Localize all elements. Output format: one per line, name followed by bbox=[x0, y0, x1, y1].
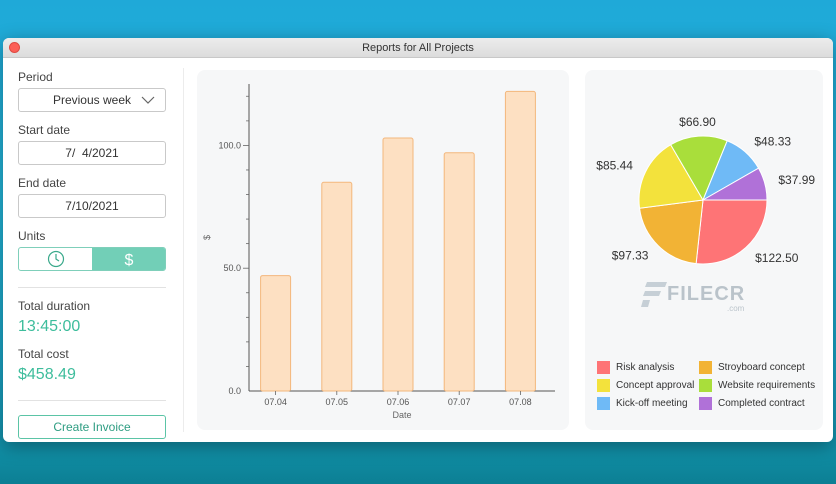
watermark-logo: FILECR .com bbox=[641, 280, 746, 313]
units-label: Units bbox=[18, 229, 46, 243]
legend-label: Stroyboard concept bbox=[718, 361, 805, 373]
watermark-icon bbox=[641, 282, 667, 307]
legend-label: Website requirements bbox=[718, 379, 816, 391]
total-cost-value: $458.49 bbox=[18, 366, 76, 383]
bar-chart: 0.0 50.0 100.0 $07.04 07.05 07.06 07.07 07.08 Da… bbox=[202, 84, 555, 420]
legend-item: Stroyboard concept bbox=[699, 360, 817, 374]
legend-item: Completed contract bbox=[699, 396, 817, 410]
x-tick-label: 07.08 bbox=[509, 397, 532, 407]
x-tick-label: 07.05 bbox=[326, 397, 349, 407]
period-label: Period bbox=[18, 70, 53, 84]
x-tick-label: 07.07 bbox=[448, 397, 471, 407]
x-tick-label: 07.04 bbox=[264, 397, 287, 407]
chevron-down-icon bbox=[141, 96, 155, 104]
window-title: Reports for All Projects bbox=[362, 42, 474, 54]
legend-label: Risk analysis bbox=[616, 361, 675, 373]
pie-value-label: $37.99 bbox=[778, 173, 815, 187]
bar-07.05 bbox=[321, 181, 353, 392]
legend-swatch bbox=[699, 360, 712, 374]
period-value: Previous week bbox=[52, 93, 132, 107]
bar-07.08 bbox=[504, 90, 536, 392]
pie-value-label: $48.33 bbox=[754, 134, 791, 148]
legend-item: Risk analysis bbox=[597, 360, 699, 374]
legend-item: Website requirements bbox=[699, 378, 817, 392]
sidebar-divider bbox=[183, 68, 184, 432]
watermark-text: FILECR bbox=[667, 282, 746, 305]
legend-item: Concept approval bbox=[597, 378, 699, 392]
end-date-label: End date bbox=[18, 176, 67, 190]
total-duration-value: 13:45:00 bbox=[18, 318, 81, 335]
title-bar: Reports for All Projects bbox=[3, 38, 833, 58]
start-date-field[interactable]: 7/ 4/2021 bbox=[18, 141, 166, 165]
legend-item: Kick-off meeting bbox=[597, 396, 699, 410]
units-time-button[interactable] bbox=[19, 248, 92, 270]
pie-legend: Risk analysis Stroyboard concept Concept a… bbox=[597, 360, 817, 410]
bar-07.07 bbox=[443, 152, 475, 392]
legend-swatch bbox=[597, 396, 610, 410]
y-tick-label: 50.0 bbox=[223, 263, 241, 273]
pie-chart-panel: $122.50 $97.33 $85.44 $66.90 $48.33 $37.99 FI… bbox=[585, 70, 823, 430]
end-date-field[interactable]: 7/10/2021 bbox=[18, 194, 166, 218]
x-tick-label: 07.06 bbox=[387, 397, 410, 407]
bar-07.06 bbox=[382, 137, 414, 392]
watermark-sub: .com bbox=[727, 304, 745, 313]
clock-icon bbox=[47, 250, 64, 268]
divider bbox=[18, 287, 166, 288]
legend-swatch bbox=[699, 378, 712, 392]
start-date-value: 7/ 4/2021 bbox=[65, 146, 119, 160]
legend-swatch bbox=[597, 360, 610, 374]
legend-label: Kick-off meeting bbox=[616, 397, 688, 409]
close-window-button[interactable] bbox=[9, 42, 20, 53]
legend-swatch bbox=[699, 396, 712, 410]
report-sidebar: Period Previous week Start date 7/ 4/202… bbox=[3, 59, 183, 442]
y-axis-label: $ bbox=[202, 235, 212, 240]
bar-chart-panel: 0.0 50.0 100.0 $07.04 07.05 07.06 07.07 07.08 Da… bbox=[197, 70, 569, 430]
y-tick-label: 0.0 bbox=[228, 386, 241, 396]
reports-window: Reports for All Projects Period Previous… bbox=[3, 38, 833, 442]
legend-label: Completed contract bbox=[718, 397, 805, 409]
start-date-label: Start date bbox=[18, 123, 71, 137]
legend-label: Concept approval bbox=[616, 379, 695, 391]
divider bbox=[18, 400, 166, 401]
legend-swatch bbox=[597, 378, 610, 392]
dollar-icon: $ bbox=[124, 252, 133, 268]
pie-slice-stroyboard-concept bbox=[638, 199, 704, 265]
create-invoice-button[interactable]: Create Invoice bbox=[18, 415, 166, 439]
total-duration-label: Total duration bbox=[18, 299, 91, 313]
pie-value-label: $97.33 bbox=[612, 249, 649, 263]
period-dropdown[interactable]: Previous week bbox=[18, 88, 166, 112]
svg-text:$: $ bbox=[124, 252, 133, 268]
y-tick-label: 100.0 bbox=[218, 140, 241, 150]
pie-value-label: $122.50 bbox=[755, 251, 799, 265]
pie-value-label: $85.44 bbox=[596, 159, 633, 173]
pie-value-label: $66.90 bbox=[679, 115, 716, 129]
x-axis-label: Date bbox=[392, 410, 411, 420]
end-date-value: 7/10/2021 bbox=[65, 199, 119, 213]
total-cost-label: Total cost bbox=[18, 347, 69, 361]
pie-chart: $122.50 $97.33 $85.44 $66.90 $48.33 $37.99 bbox=[596, 115, 815, 265]
units-segmented-control: $ bbox=[18, 247, 166, 271]
units-cost-button[interactable]: $ bbox=[92, 248, 165, 270]
bar-07.04 bbox=[260, 275, 292, 392]
